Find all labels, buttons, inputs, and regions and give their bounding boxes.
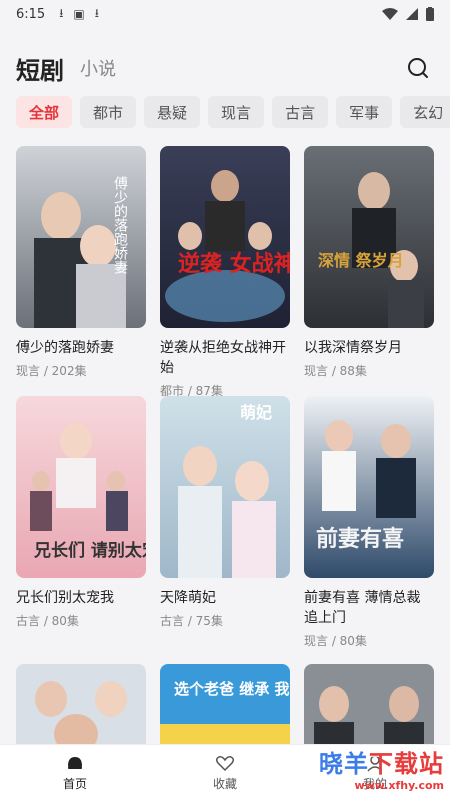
drama-poster[interactable]: 萌妃: [160, 396, 290, 578]
battery-icon: [426, 7, 434, 21]
poster-title-text: 傅少的落跑娇妻: [112, 176, 128, 274]
drama-card[interactable]: 深情 祭岁月 以我深情祭岁月 现言 / 88集: [304, 146, 434, 396]
notification-icon: ▣: [73, 7, 85, 21]
drama-poster[interactable]: [16, 664, 146, 754]
search-icon[interactable]: [406, 56, 430, 80]
chip-urban[interactable]: 都市: [80, 96, 137, 128]
header: 短剧 小说: [0, 48, 450, 88]
download-icon-2: ⭳: [94, 5, 99, 20]
watermark-url: www.xfhy.com: [354, 779, 444, 792]
drama-meta: 古言 / 75集: [160, 614, 223, 628]
drama-grid: 傅少的落跑娇妻 傅少的落跑娇妻 现言 / 202集 逆袭 女战神 逆袭从拒绝女战…: [16, 146, 436, 664]
drama-meta: 现言 / 80集: [304, 634, 367, 648]
drama-poster[interactable]: 逆袭 女战神: [160, 146, 290, 328]
chip-all[interactable]: 全部: [16, 96, 73, 128]
drama-poster[interactable]: 兄长们 请别太宠我: [16, 396, 146, 578]
drama-card[interactable]: 萌妃 天降萌妃 古言 / 75集: [160, 396, 290, 646]
nav-home-label: 首页: [62, 777, 87, 791]
status-bar: 6:15 ⭳ ▣ ⭳: [0, 0, 450, 28]
tab-short-drama[interactable]: 短剧: [16, 51, 64, 86]
drama-title: 前妻有喜 薄情总裁追上门: [304, 590, 421, 626]
drama-card[interactable]: 傅少的落跑娇妻 傅少的落跑娇妻 现言 / 202集: [16, 146, 146, 396]
drama-card[interactable]: 前妻有喜 前妻有喜 薄情总裁追上门 现言 / 80集: [304, 396, 434, 664]
drama-title: 天降萌妃: [160, 590, 216, 606]
wifi-icon: [382, 8, 398, 20]
drama-meta: 现言 / 202集: [16, 364, 87, 378]
home-icon: [68, 757, 82, 769]
poster-title-text: 兄长们 请别太宠我: [33, 540, 146, 561]
poster-title-text: 深情 祭岁月: [318, 251, 404, 270]
download-icon: ⭳: [59, 5, 64, 20]
nav-favorites-label: 收藏: [212, 777, 237, 791]
watermark-logo-text: 晓羊下载站: [319, 744, 444, 779]
drama-grid-row3: 选个老爸 继承 我的: [16, 664, 436, 754]
poster-title-text: 前妻有喜: [316, 526, 404, 552]
nav-home[interactable]: 首页: [0, 745, 150, 800]
poster-title-text: 萌妃: [240, 403, 272, 422]
chip-ancient-romance[interactable]: 古言: [272, 96, 329, 128]
watermark-logo-part-a: 晓羊: [319, 750, 369, 778]
chip-fantasy[interactable]: 玄幻: [400, 96, 450, 128]
drama-card[interactable]: 兄长们 请别太宠我 兄长们别太宠我 古言 / 80集: [16, 396, 146, 646]
drama-title: 逆袭从拒绝女战神开始: [160, 340, 286, 376]
chip-suspense[interactable]: 悬疑: [144, 96, 201, 128]
nav-favorites[interactable]: 收藏: [150, 745, 300, 800]
tab-novel[interactable]: 小说: [80, 55, 116, 81]
drama-title: 以我深情祭岁月: [304, 340, 402, 356]
drama-poster[interactable]: 傅少的落跑娇妻: [16, 146, 146, 328]
drama-poster[interactable]: 深情 祭岁月: [304, 146, 434, 328]
chip-modern-romance[interactable]: 现言: [208, 96, 265, 128]
signal-icon: [406, 8, 418, 20]
drama-card[interactable]: 逆袭 女战神 逆袭从拒绝女战神开始 都市 / 87集: [160, 146, 290, 398]
poster-title-text: 选个老爸 继承 我的: [174, 680, 290, 698]
category-chips: 全部 都市 悬疑 现言 古言 军事 玄幻: [16, 96, 450, 130]
chip-military[interactable]: 军事: [336, 96, 393, 128]
drama-poster[interactable]: 选个老爸 继承 我的: [160, 664, 290, 754]
drama-meta: 现言 / 88集: [304, 364, 367, 378]
watermark-logo-part-b: 下载站: [369, 750, 444, 778]
heart-icon: [215, 756, 235, 772]
drama-poster[interactable]: 前妻有喜: [304, 396, 434, 578]
drama-meta: 古言 / 80集: [16, 614, 79, 628]
watermark: 晓羊下载站 www.xfhy.com: [304, 744, 444, 794]
poster-title-text: 逆袭 女战神: [178, 251, 290, 277]
status-time: 6:15: [16, 6, 46, 22]
drama-title: 傅少的落跑娇妻: [16, 340, 114, 356]
drama-poster[interactable]: [304, 664, 434, 754]
drama-title: 兄长们别太宠我: [16, 590, 114, 606]
